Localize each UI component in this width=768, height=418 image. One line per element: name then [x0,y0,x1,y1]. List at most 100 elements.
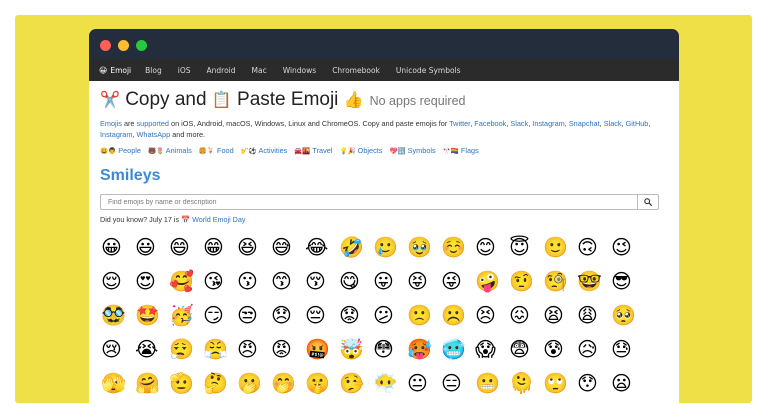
emoji-cell[interactable]: 😫 [542,298,576,332]
nav-item-chromebook[interactable]: Chromebook [332,66,380,75]
emoji-cell[interactable]: ☹️ [440,298,474,332]
search-button[interactable] [638,194,659,210]
emoji-cell[interactable]: 😖 [508,298,542,332]
emoji-cell[interactable]: 😅 [270,230,304,264]
category-people[interactable]: 😃👨 People [100,146,141,155]
emoji-cell[interactable]: 🤣 [338,230,372,264]
emoji-cell[interactable]: 😨 [508,332,542,366]
emoji-cell[interactable]: 🥰 [168,264,202,298]
emoji-cell[interactable]: 🫠 [508,366,542,400]
category-travel[interactable]: 🚘🌇 Travel [294,146,332,155]
emoji-cell[interactable]: 😱 [474,332,508,366]
emoji-cell[interactable]: 😋 [338,264,372,298]
emoji-cell[interactable]: 🙂 [542,230,576,264]
emoji-cell[interactable]: 😘 [202,264,236,298]
app-link-twitter[interactable]: Twitter [449,119,470,128]
emoji-cell[interactable]: 😜 [440,264,474,298]
emoji-cell[interactable]: 🫣 [100,366,134,400]
nav-item-mac[interactable]: Mac [252,66,267,75]
emoji-cell[interactable]: 🤩 [134,298,168,332]
nav-item-unicode-symbols[interactable]: Unicode Symbols [396,66,461,75]
emoji-cell[interactable]: 🤯 [338,332,372,366]
app-link-instagram[interactable]: Instagram [532,119,564,128]
emoji-cell[interactable]: 🥵 [406,332,440,366]
emoji-cell[interactable]: 😒 [236,298,270,332]
world-emoji-day-link[interactable]: 📅 World Emoji Day [181,215,245,224]
emoji-cell[interactable]: 😚 [304,264,338,298]
emoji-cell[interactable]: 😥 [576,332,610,366]
app-link-whatsapp[interactable]: WhatsApp [137,130,171,139]
category-animals[interactable]: 🐻🌷 Animals [148,146,192,155]
app-link-github[interactable]: GitHub [626,119,649,128]
emoji-cell[interactable]: 😆 [236,230,270,264]
emoji-cell[interactable]: 😮‍💨 [168,332,202,366]
emoji-cell[interactable]: 😲 [168,400,202,403]
emoji-cell[interactable]: 😌 [100,264,134,298]
emoji-cell[interactable]: 🤫 [304,366,338,400]
emoji-cell[interactable]: 🤗 [134,366,168,400]
emoji-cell[interactable]: 😙 [270,264,304,298]
emoji-cell[interactable]: 😣 [474,298,508,332]
emoji-cell[interactable]: 🧐 [542,264,576,298]
category-objects[interactable]: 💡🎉 Objects [339,146,382,155]
nav-item-ios[interactable]: iOS [178,66,191,75]
nav-brand[interactable]: 😀 Emoji [99,66,131,75]
emoji-cell[interactable]: 😩 [576,298,610,332]
search-input[interactable] [100,194,638,210]
emoji-cell[interactable]: 😍 [134,264,168,298]
emoji-cell[interactable]: 😔 [304,298,338,332]
app-link-slack[interactable]: Slack [510,119,528,128]
emoji-cell[interactable]: 🥸 [100,298,134,332]
emoji-cell[interactable]: 😶‍🌫️ [372,366,406,400]
app-link-snapchat[interactable]: Snapchat [569,119,600,128]
emoji-cell[interactable]: 😊 [474,230,508,264]
nav-item-blog[interactable]: Blog [145,66,162,75]
supported-link[interactable]: supported [137,119,169,128]
emoji-cell[interactable]: 🤥 [338,366,372,400]
emoji-cell[interactable]: 😑 [440,366,474,400]
nav-item-android[interactable]: Android [207,66,236,75]
emoji-cell[interactable]: 😠 [236,332,270,366]
maximize-window-button[interactable] [136,40,147,51]
emoji-cell[interactable]: 😳 [372,332,406,366]
category-symbols[interactable]: 💖🔣 Symbols [389,146,435,155]
emoji-cell[interactable]: 😡 [270,332,304,366]
emoji-cell[interactable]: 🥳 [168,298,202,332]
emoji-cell[interactable]: 😝 [406,264,440,298]
emoji-cell[interactable]: 😇 [508,230,542,264]
emoji-cell[interactable]: 🥱 [202,400,236,403]
category-activities[interactable]: 🎷⚽️ Activities [241,146,288,155]
app-link-facebook[interactable]: Facebook [474,119,506,128]
emoji-cell[interactable]: 😦 [610,366,644,400]
emoji-cell[interactable]: 😴 [236,400,270,403]
emoji-cell[interactable]: 😃 [134,230,168,264]
emoji-cell[interactable]: ☺️ [440,230,474,264]
emoji-cell[interactable]: 🥶 [440,332,474,366]
emoji-cell[interactable]: 🙁 [406,298,440,332]
nav-item-windows[interactable]: Windows [283,66,316,75]
emoji-cell[interactable]: 😓 [610,332,644,366]
emoji-cell[interactable]: 🙃 [576,230,610,264]
emoji-cell[interactable]: 😂 [304,230,338,264]
emoji-cell[interactable]: 🥺 [610,298,644,332]
emoji-cell[interactable]: 😯 [576,366,610,400]
emoji-cell[interactable]: 😭 [134,332,168,366]
emoji-cell[interactable]: 😐 [406,366,440,400]
emoji-cell[interactable]: 🥲 [372,230,406,264]
emoji-cell[interactable]: 🤔 [202,366,236,400]
emoji-cell[interactable]: 🤭 [270,366,304,400]
emoji-cell[interactable]: 🤬 [304,332,338,366]
emoji-cell[interactable]: 😎 [610,264,644,298]
app-link-instagram-2[interactable]: Instagram [100,130,132,139]
emoji-cell[interactable]: 🫡 [168,366,202,400]
emoji-cell[interactable]: 😕 [372,298,406,332]
emoji-cell[interactable]: 🤨 [508,264,542,298]
emoji-cell[interactable]: 😉 [610,230,644,264]
emoji-cell[interactable]: 🫢 [236,366,270,400]
close-window-button[interactable] [100,40,111,51]
emoji-cell[interactable]: 😀 [100,230,134,264]
emoji-cell[interactable]: 😛 [372,264,406,298]
minimize-window-button[interactable] [118,40,129,51]
category-food[interactable]: 🍔🍹 Food [199,146,234,155]
emoji-cell[interactable]: 🥹 [406,230,440,264]
